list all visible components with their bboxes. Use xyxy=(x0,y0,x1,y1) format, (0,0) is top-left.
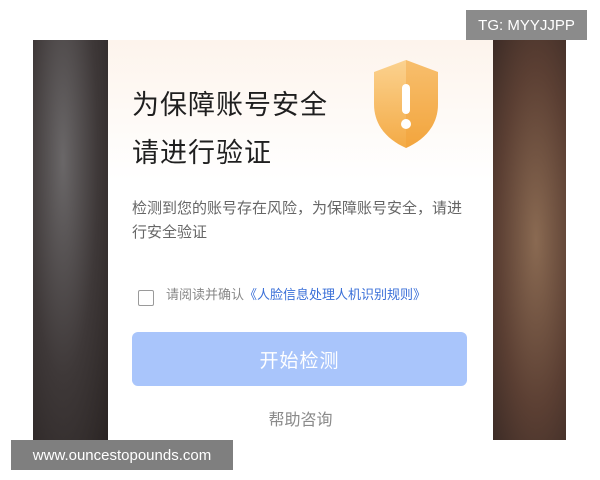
help-consult-link[interactable]: 帮助咨询 xyxy=(108,406,493,430)
background-left-blur xyxy=(33,40,108,440)
start-detection-button[interactable]: 开始检测 xyxy=(132,332,467,386)
verification-dialog: 为保障账号安全 请进行验证 检测到您的账号存在风险，为保障账号安全，请进行安全验… xyxy=(108,40,493,440)
page-title: 为保障账号安全 请进行验证 xyxy=(132,82,328,178)
consent-rules-link[interactable]: 《人脸信息处理人机识别规则》 xyxy=(244,288,426,303)
title-line-1: 为保障账号安全 xyxy=(132,90,328,121)
background-right-blur xyxy=(491,40,566,440)
tg-tag: TG: MYYJJPP xyxy=(466,10,587,40)
consent-checkbox[interactable] xyxy=(138,290,154,306)
risk-description: 检测到您的账号存在风险，为保障账号安全，请进行安全验证 xyxy=(132,199,463,241)
consent-row: 请阅读并确认《人脸信息处理人机识别规则》 xyxy=(138,286,496,306)
title-line-2: 请进行验证 xyxy=(132,138,272,169)
site-watermark: www.ouncestopounds.com xyxy=(11,440,233,470)
consent-prefix: 请阅读并确认 xyxy=(166,288,245,303)
shield-warning-icon xyxy=(374,60,438,148)
